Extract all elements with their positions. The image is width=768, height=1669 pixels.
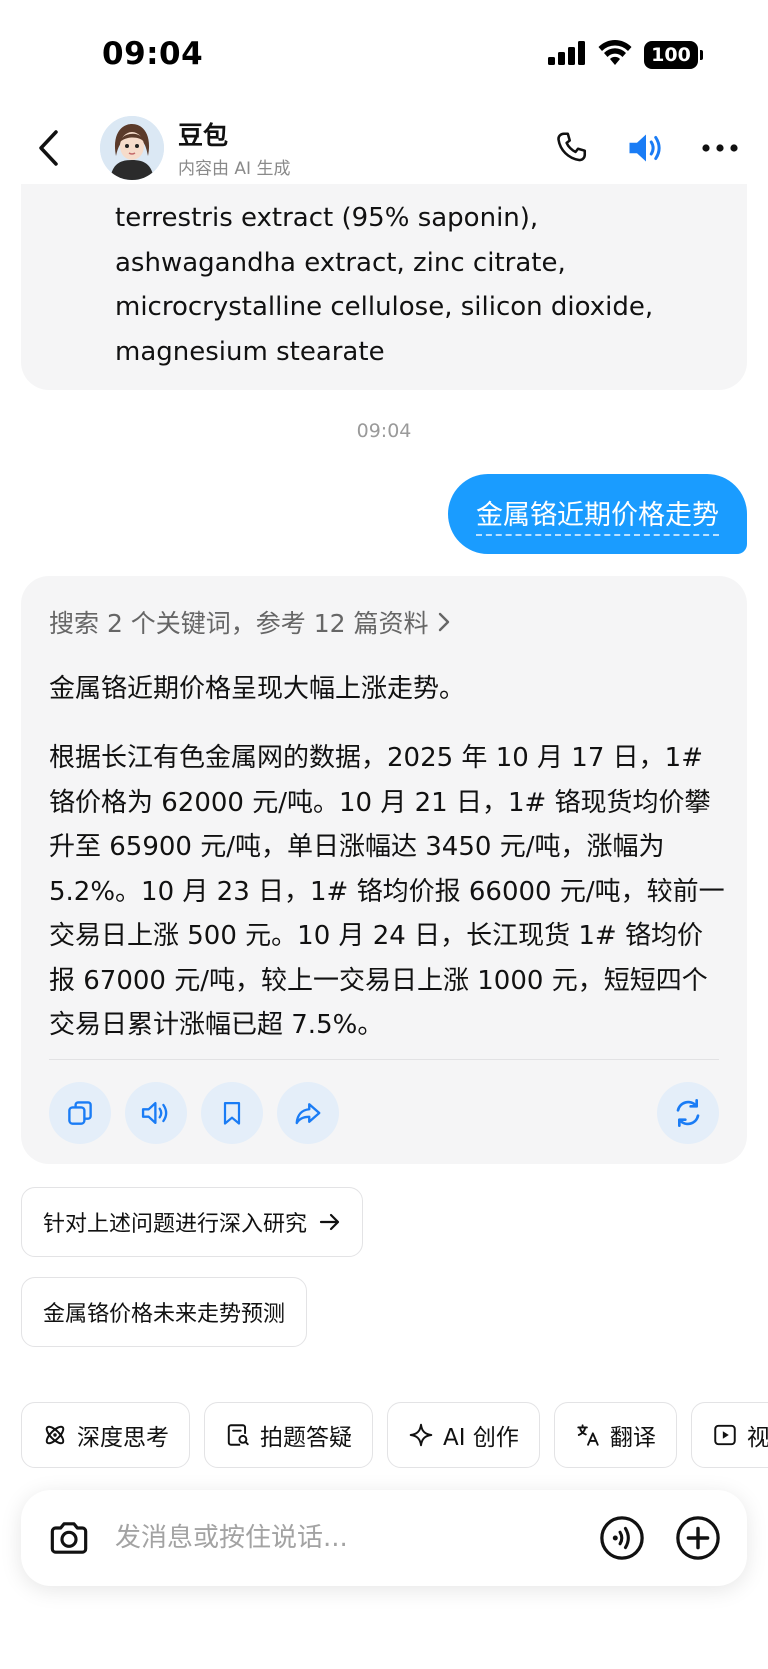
share-button[interactable]	[277, 1082, 339, 1144]
ai-disclaimer: 内容由 AI 生成	[178, 159, 291, 179]
previous-message-text: terrestris extract (95% saponin), ashwag…	[115, 203, 654, 367]
search-reference-link[interactable]: 搜索 2 个关键词，参考 12 篇资料	[49, 604, 451, 640]
read-aloud-button[interactable]	[125, 1082, 187, 1144]
tool-photo-question[interactable]: 拍题答疑	[204, 1402, 373, 1468]
battery-indicator: 100	[644, 41, 703, 69]
tool-translate[interactable]: 翻译	[553, 1402, 677, 1468]
tool-deep-thinking[interactable]: 深度思考	[21, 1402, 190, 1468]
atom-icon	[45, 1425, 65, 1445]
more-button[interactable]	[698, 126, 742, 170]
tools-row: 深度思考 拍题答疑 AI 创作 翻译 视	[21, 1402, 768, 1468]
phone-icon	[557, 132, 587, 162]
wifi-icon	[598, 40, 632, 70]
regenerate-button[interactable]	[657, 1082, 719, 1144]
tool-label: 翻译	[609, 1425, 656, 1451]
message-input[interactable]	[115, 1518, 535, 1558]
speaker-outline-icon	[141, 1101, 168, 1125]
refresh-icon	[676, 1099, 700, 1127]
user-message-bubble[interactable]: 金属铬近期价格走势	[448, 474, 747, 554]
scan-doc-icon	[227, 1424, 249, 1446]
back-button[interactable]	[26, 124, 70, 172]
call-button[interactable]	[550, 126, 594, 170]
camera-icon	[50, 1522, 88, 1554]
suggestion-forecast[interactable]: 金属铬价格未来走势预测	[21, 1277, 308, 1347]
chat-header: 豆包 内容由 AI 生成	[0, 112, 768, 184]
status-time: 09:04	[102, 36, 204, 72]
status-icons: 100	[548, 40, 703, 70]
user-message-text: 金属铬近期价格走势	[476, 493, 719, 536]
add-button[interactable]	[673, 1513, 723, 1563]
tool-label: 深度思考	[77, 1425, 169, 1451]
bookmark-icon	[223, 1101, 241, 1125]
plus-circle-icon	[676, 1516, 720, 1560]
voice-wave-icon	[600, 1516, 644, 1560]
message-timestamp: 09:04	[356, 420, 412, 442]
status-bar: 09:04 100	[0, 0, 768, 112]
camera-button[interactable]	[45, 1514, 93, 1562]
signal-icon	[548, 41, 586, 69]
video-icon	[714, 1424, 736, 1446]
header-actions	[550, 126, 742, 170]
tool-label: AI 创作	[443, 1425, 519, 1451]
bookmark-button[interactable]	[201, 1082, 263, 1144]
sparkle-icon	[409, 1423, 433, 1447]
speaker-button[interactable]	[624, 126, 668, 170]
avatar[interactable]	[100, 116, 164, 180]
tool-ai-create[interactable]: AI 创作	[387, 1402, 540, 1468]
suggestion-label: 针对上述问题进行深入研究	[43, 1212, 308, 1237]
speaker-icon	[629, 134, 661, 162]
message-input-bar	[21, 1490, 747, 1586]
page-title: 豆包	[178, 121, 229, 150]
tool-video[interactable]: 视	[690, 1402, 768, 1468]
copy-button[interactable]	[49, 1082, 111, 1144]
copy-icon	[68, 1101, 92, 1125]
chevron-left-icon	[39, 130, 58, 166]
answer-summary: 金属铬近期价格呈现大幅上涨走势。	[49, 674, 466, 704]
voice-button[interactable]	[597, 1513, 647, 1563]
suggestion-deep-research[interactable]: 针对上述问题进行深入研究	[21, 1187, 364, 1257]
translate-icon	[577, 1424, 599, 1446]
suggestion-label: 金属铬价格未来走势预测	[43, 1302, 286, 1327]
answer-actions	[49, 1082, 339, 1144]
tool-label: 拍题答疑	[260, 1425, 352, 1451]
share-icon	[295, 1103, 321, 1125]
search-reference-text: 搜索 2 个关键词，参考 12 篇资料	[49, 609, 429, 638]
tool-label: 视	[746, 1425, 768, 1451]
answer-card: 搜索 2 个关键词，参考 12 篇资料 金属铬近期价格呈现大幅上涨走势。 根据长…	[21, 576, 747, 1164]
arrow-right-icon	[319, 1213, 340, 1231]
chevron-right-icon	[438, 612, 449, 632]
answer-body: 根据长江有色金属网的数据，2025 年 10 月 17 日，1# 铬价格为 62…	[49, 743, 725, 1040]
card-divider	[49, 1059, 719, 1060]
more-dots-icon	[702, 144, 738, 152]
